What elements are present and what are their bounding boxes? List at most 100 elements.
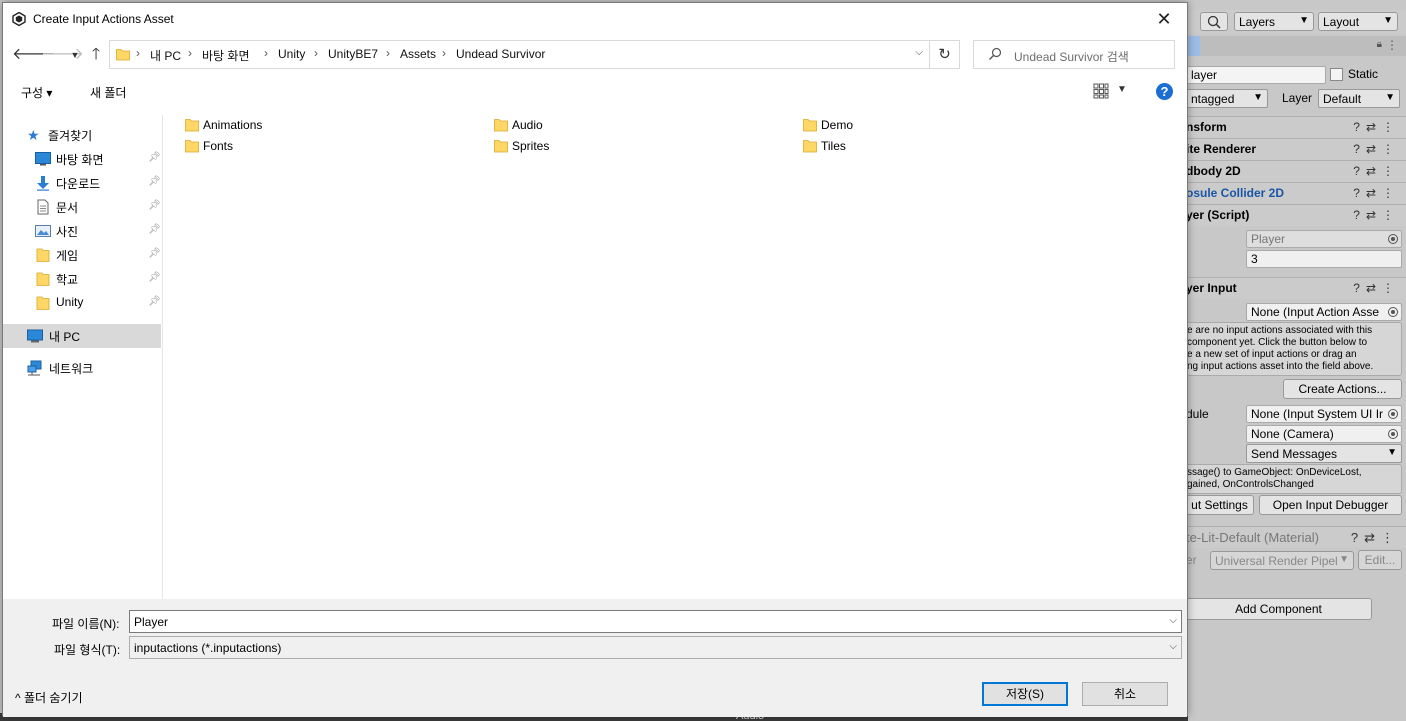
unity-search-button[interactable] [1200,12,1228,31]
create-actions-button[interactable]: Create Actions... [1283,379,1402,399]
ui-module-field[interactable]: None (Input System UI Ir [1246,405,1402,423]
sidebar-item-pictures[interactable]: 사진 📌︎ [3,219,161,243]
chevron-down-icon[interactable]: ▼ [1117,84,1127,95]
sidebar-item-school[interactable]: 학교 📌︎ [3,267,161,291]
pin-icon[interactable]: 📌︎ [148,224,161,235]
shader-dropdown[interactable]: Universal Render Pipel ▼ [1210,551,1354,570]
sidebar-item-label: 사진 [56,225,79,239]
organize-menu[interactable]: 구성 ▾ [21,84,52,101]
chevron-down-icon[interactable]: ⌵ [1169,615,1177,626]
script-field-value: Player [1251,232,1286,246]
network-icon [27,360,42,376]
component-icons[interactable]: ?⇄⋮ [1353,120,1400,134]
folder-icon [803,140,817,153]
script-reference-field[interactable]: Player [1246,230,1402,248]
close-button[interactable]: ✕ [1141,3,1187,35]
component-icons[interactable]: ?⇄⋮ [1353,142,1400,156]
object-picker-icon[interactable] [1388,307,1398,317]
add-component-button[interactable]: Add Component [1186,598,1372,620]
pin-icon[interactable]: 📌︎ [148,152,161,163]
breadcrumb-assets[interactable]: Assets [400,47,436,61]
component-transform[interactable]: nsform ?⇄⋮ [1186,116,1406,138]
material-header[interactable]: te-Lit-Default (Material) ?⇄⋮ [1186,526,1406,548]
component-capsule-collider-2d[interactable]: osule Collider 2D ?⇄⋮ [1186,182,1406,204]
up-button[interactable]: 🡑 [86,45,106,65]
sidebar-item-desktop[interactable]: 바탕 화면 📌︎ [3,147,161,171]
recent-locations-button[interactable]: ▼ [65,45,85,65]
script-value-field[interactable]: 3 [1246,250,1402,268]
breadcrumb-unity[interactable]: Unity [278,47,305,61]
object-picker-icon[interactable] [1388,409,1398,419]
chevron-right-icon: › [136,46,140,60]
refresh-button[interactable]: ↻ [930,40,960,69]
breadcrumb-desktop[interactable]: 바탕 화면 [202,47,250,64]
component-icons[interactable]: ?⇄⋮ [1353,281,1400,295]
view-options-icon[interactable] [1093,83,1109,99]
help-button[interactable]: ? [1156,83,1173,100]
help-text-line: ssage() to GameObject: OnDeviceLost, [1187,467,1362,478]
sidebar-item-network[interactable]: 네트워크 [3,356,161,380]
chevron-right-icon: › [442,46,446,60]
sidebar-item-label: Unity [56,295,84,309]
folder-name: Audio [512,118,543,132]
object-picker-icon[interactable] [1388,429,1398,439]
tag-dropdown[interactable]: ntagged ▼ [1186,89,1268,108]
input-settings-button[interactable]: ut Settings [1186,495,1254,515]
layout-dropdown[interactable]: Layout ▼ [1318,12,1398,31]
pin-icon[interactable]: 📌︎ [148,296,161,307]
document-icon [37,199,49,215]
unity-logo-icon [12,12,26,26]
forward-button[interactable]: 🡒 [41,45,84,65]
kebab-menu-icon[interactable]: ⋮ [1386,38,1398,52]
static-checkbox[interactable] [1330,68,1343,81]
lock-icon[interactable]: 🔒︎ [1377,39,1382,50]
filename-input[interactable]: Player ⌵ [129,610,1182,633]
sidebar-item-quick-access[interactable]: ★ 즐겨찾기 [3,123,161,147]
sidebar-item-unity[interactable]: Unity 📌︎ [3,291,161,315]
refresh-icon: ↻ [938,46,951,63]
behavior-dropdown[interactable]: Send Messages ▼ [1246,444,1402,463]
folder-icon [494,119,508,132]
sidebar-item-games[interactable]: 게임 📌︎ [3,243,161,267]
breadcrumb-undead-survivor[interactable]: Undead Survivor [456,47,545,61]
sidebar-item-downloads[interactable]: 다운로드 📌︎ [3,171,161,195]
component-player-input[interactable]: yer Input ?⇄⋮ [1186,277,1406,299]
breadcrumb-unitybe7[interactable]: UnityBE7 [328,47,378,61]
object-name-field[interactable]: layer [1186,66,1326,84]
search-box[interactable]: Undead Survivor 검색 [973,40,1175,69]
component-icons[interactable]: ?⇄⋮ [1353,164,1400,178]
shader-edit-button[interactable]: Edit... [1358,550,1402,570]
hide-folders-toggle[interactable]: ^ 폴더 숨기기 [15,689,83,706]
component-player-script[interactable]: yer (Script) ?⇄⋮ [1186,204,1406,226]
object-picker-icon[interactable] [1388,234,1398,244]
component-icons[interactable]: ?⇄⋮ [1351,530,1400,546]
pin-icon[interactable]: 📌︎ [148,248,161,259]
component-icons[interactable]: ?⇄⋮ [1353,208,1400,222]
component-rigidbody-2d[interactable]: dbody 2D ?⇄⋮ [1186,160,1406,182]
layer-dropdown[interactable]: Default ▼ [1318,89,1400,108]
open-input-debugger-button[interactable]: Open Input Debugger [1259,495,1402,515]
component-sprite-renderer[interactable]: ite Renderer ?⇄⋮ [1186,138,1406,160]
cancel-button[interactable]: 취소 [1082,682,1168,706]
layers-dropdown[interactable]: Layers ▼ [1234,12,1314,31]
pin-icon[interactable]: 📌︎ [148,200,161,211]
help-text-line: gained, OnControlsChanged [1187,479,1314,490]
back-button[interactable]: 🡐 [12,45,55,65]
breadcrumb-this-pc[interactable]: 내 PC [150,47,181,64]
filetype-value: inputactions (*.inputactions) [134,641,282,655]
actions-field[interactable]: None (Input Action Asse [1246,303,1402,321]
chevron-down-icon[interactable]: ⌵ [915,47,923,58]
address-bar[interactable]: › 내 PC › 바탕 화면 › Unity › UnityBE7 › Asse… [109,40,930,69]
pin-icon[interactable]: 📌︎ [148,176,161,187]
sidebar-item-this-pc[interactable]: 내 PC [3,324,161,348]
component-icons[interactable]: ?⇄⋮ [1353,186,1400,200]
sidebar-item-documents[interactable]: 문서 📌︎ [3,195,161,219]
filetype-select[interactable]: inputactions (*.inputactions) ⌵ [129,636,1182,659]
new-folder-button[interactable]: 새 폴더 [90,84,126,101]
pin-icon[interactable]: 📌︎ [148,272,161,283]
camera-field[interactable]: None (Camera) [1246,425,1402,443]
save-button[interactable]: 저장(S) [982,682,1068,706]
inspector-tab[interactable] [1186,36,1200,56]
help-box: e are no input actions associated with t… [1186,322,1402,376]
shader-value: Universal Render Pipel [1215,554,1338,568]
